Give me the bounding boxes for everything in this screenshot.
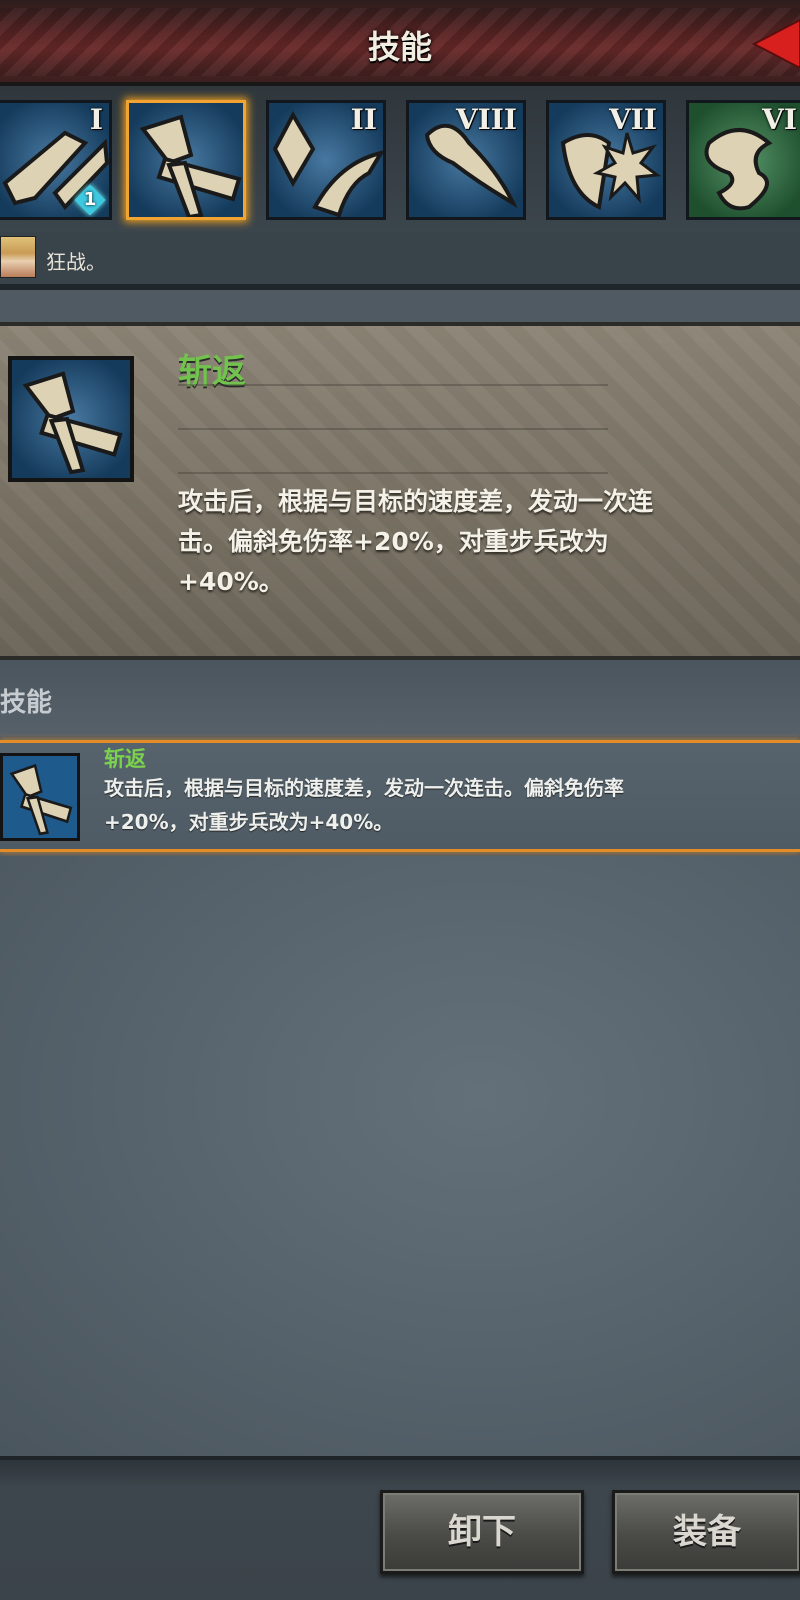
- divider: [178, 472, 608, 474]
- skill-slot-1[interactable]: I 1: [0, 100, 112, 220]
- skill-slot-3[interactable]: II: [266, 100, 386, 220]
- skill-rank: VI: [762, 103, 797, 136]
- skill-description: 攻击后，根据与目标的速度差，发动一次连击。偏斜免伤率+20%，对重步兵改为+40…: [178, 487, 654, 596]
- skill-slot-4[interactable]: VIII: [406, 100, 526, 220]
- crossed-blades-icon: [9, 763, 73, 836]
- close-arrow-icon[interactable]: [748, 14, 800, 74]
- skill-rank: VIII: [455, 103, 517, 136]
- hero-text: 狂战。: [46, 250, 106, 274]
- divider: [178, 384, 608, 386]
- detail-skill-icon: [8, 356, 134, 482]
- crossed-blades-icon: [139, 114, 242, 217]
- skill-slot-6[interactable]: VI: [686, 100, 800, 220]
- hero-avatar: [0, 236, 36, 278]
- list-skill-description: 攻击后，根据与目标的速度差，发动一次连击。偏斜免伤率+20%，对重步兵改为+40…: [104, 776, 624, 834]
- unequip-button[interactable]: 卸下: [380, 1490, 584, 1574]
- list-skill-icon: [0, 753, 80, 841]
- skill-rank: II: [350, 103, 377, 136]
- equip-button[interactable]: 装备: [612, 1490, 800, 1574]
- skill-rank: I: [89, 103, 103, 136]
- hero-strip: 狂战。: [0, 232, 800, 290]
- level-badge: 1: [75, 185, 105, 215]
- bottom-action-bar: 卸下 装备: [0, 1456, 800, 1600]
- skill-slot-2[interactable]: [126, 100, 246, 220]
- list-skill-name: 斩返: [104, 747, 146, 771]
- skill-slot-5[interactable]: VII: [546, 100, 666, 220]
- title-bar: 技能: [0, 0, 800, 86]
- skill-detail-card: 斩返 攻击后，根据与目标的速度差，发动一次连击。偏斜免伤率+20%，对重步兵改为…: [0, 322, 800, 660]
- section-header: 技能: [0, 660, 800, 736]
- crossed-blades-icon: [22, 371, 123, 475]
- section-title: 技能: [0, 688, 53, 718]
- page-title: 技能: [367, 28, 432, 66]
- divider: [178, 428, 608, 430]
- skill-rank: VII: [609, 103, 657, 136]
- skill-list-empty-area: [0, 856, 800, 1456]
- skill-slot-row: I 1 II VIII VII VI: [0, 86, 800, 232]
- skill-list-item[interactable]: 斩返 攻击后，根据与目标的速度差，发动一次连击。偏斜免伤率+20%，对重步兵改为…: [0, 740, 800, 852]
